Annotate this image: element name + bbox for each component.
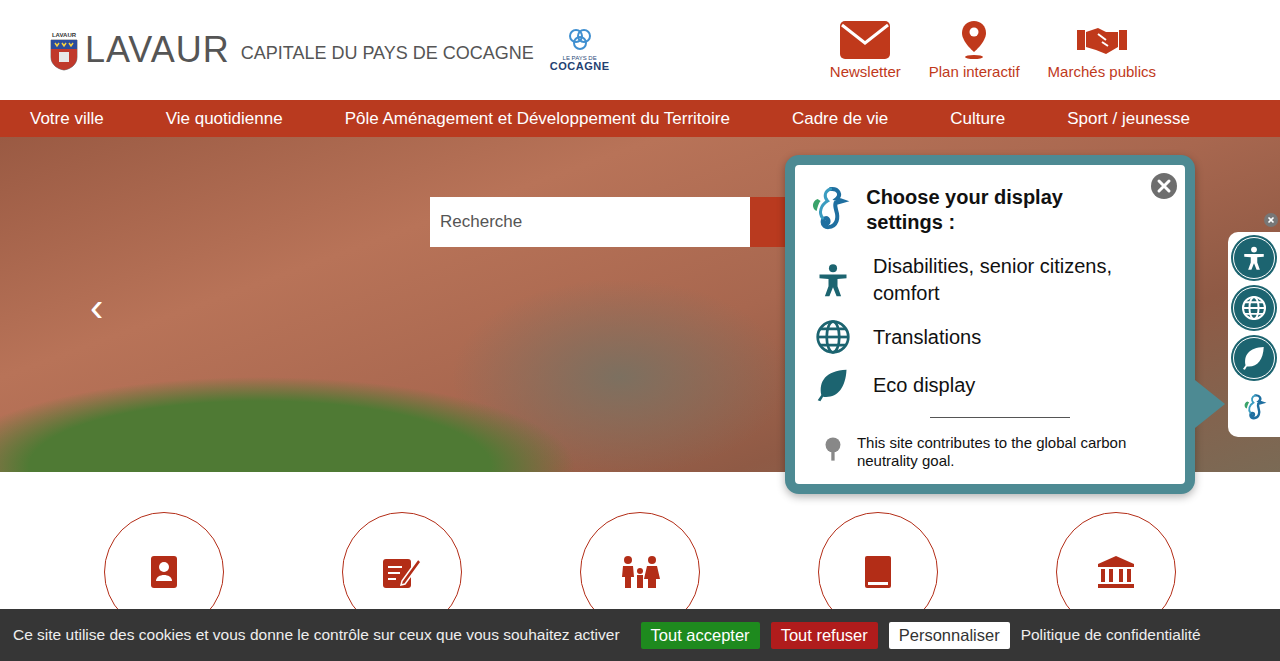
nav-item[interactable]: Culture <box>950 109 1005 129</box>
quick-links <box>0 472 1280 632</box>
toolbar-button[interactable] <box>1233 237 1275 279</box>
envelope-icon <box>839 20 891 60</box>
tree-icon <box>823 434 843 464</box>
display-option-label: Translations <box>873 324 981 351</box>
close-icon <box>1264 213 1278 227</box>
header-link[interactable]: Newsletter <box>830 20 901 80</box>
panel-title: Choose your display settings : <box>866 185 1165 235</box>
display-option[interactable]: Disabilities, senior citizens, comfort <box>805 247 1165 313</box>
display-settings-panel: Choose your display settings : Disabilit… <box>785 155 1195 494</box>
partner-line2: COCAGNE <box>550 61 610 72</box>
toolbar-close-button[interactable] <box>1264 213 1278 227</box>
panel-pointer <box>1195 380 1225 428</box>
header-links: Newsletter Plan interactif Marchés publi… <box>830 20 1280 80</box>
search-bar <box>430 197 800 247</box>
header-link[interactable]: Marchés publics <box>1048 20 1156 80</box>
map-pin-icon <box>961 20 987 60</box>
display-option[interactable]: Eco display <box>805 361 1165 409</box>
family-icon <box>619 555 661 589</box>
accessibility-toolbar <box>1228 232 1280 437</box>
privacy-link[interactable]: Politique de confidentialité <box>1021 626 1201 644</box>
cookie-button[interactable]: Tout refuser <box>771 622 878 649</box>
form-icon <box>382 555 422 589</box>
seahorse-icon <box>1239 393 1269 423</box>
address-book-icon <box>149 555 179 589</box>
search-input[interactable] <box>430 197 750 247</box>
town-hall-icon <box>1097 555 1135 589</box>
header-link-label: Marchés publics <box>1048 63 1156 80</box>
page: LAVAUR LAVAUR CAPITALE DU PAYS DE COCAGN… <box>0 0 1280 661</box>
hero-photo: ‹ Choose your display settings : Disabil… <box>0 137 1280 472</box>
header-link-label: Newsletter <box>830 63 901 80</box>
cookie-message: Ce site utilise des cookies et vous donn… <box>13 626 620 644</box>
header: LAVAUR LAVAUR CAPITALE DU PAYS DE COCAGN… <box>0 0 1280 100</box>
nav-item[interactable]: Pôle Aménagement et Développement du Ter… <box>345 109 730 129</box>
nav-item[interactable]: Cadre de vie <box>792 109 888 129</box>
site-title: LAVAUR <box>85 29 230 71</box>
cookie-button[interactable]: Tout accepter <box>641 622 760 649</box>
globe-icon <box>1241 295 1267 321</box>
shield: LAVAUR <box>50 32 78 71</box>
book-icon <box>863 555 893 589</box>
site-subtitle: CAPITALE DU PAYS DE COCAGNE <box>241 43 534 64</box>
accessibility-icon <box>815 262 851 298</box>
shield-label: LAVAUR <box>52 32 76 38</box>
toolbar-button[interactable] <box>1233 287 1275 329</box>
partner-logo[interactable]: LE PAYS DE COCAGNE <box>550 28 610 72</box>
toolbar-button[interactable] <box>1233 337 1275 379</box>
display-option-label: Disabilities, senior citizens, comfort <box>873 253 1165 307</box>
toolbar-button[interactable] <box>1233 387 1275 429</box>
seahorse-icon <box>805 185 852 235</box>
leaf-icon <box>815 367 851 403</box>
display-option-label: Eco display <box>873 372 975 399</box>
carbon-note: This site contributes to the global carb… <box>805 434 1165 470</box>
display-option[interactable]: Translations <box>805 313 1165 361</box>
main-nav: Votre ville Vie quotidienne Pôle Aménageme… <box>0 100 1280 137</box>
nav-item[interactable]: Vie quotidienne <box>166 109 283 129</box>
leaf-icon <box>1241 345 1267 371</box>
cocagne-knot-icon <box>567 28 593 52</box>
carbon-note-text: This site contributes to the global carb… <box>857 434 1165 470</box>
carousel-prev-button[interactable]: ‹ <box>86 287 107 327</box>
header-link[interactable]: Plan interactif <box>929 20 1020 80</box>
header-link-label: Plan interactif <box>929 63 1020 80</box>
close-icon <box>1151 173 1177 199</box>
coat-of-arms-icon <box>50 39 78 71</box>
handshake-icon <box>1076 20 1128 60</box>
globe-icon <box>815 319 851 355</box>
accessibility-icon <box>1241 245 1267 271</box>
divider <box>930 417 1070 418</box>
cookie-bar: Ce site utilise des cookies et vous donn… <box>0 609 1280 661</box>
cookie-button[interactable]: Personnaliser <box>889 622 1010 649</box>
nav-item[interactable]: Votre ville <box>30 109 104 129</box>
close-button[interactable] <box>1151 173 1177 202</box>
nav-item[interactable]: Sport / jeunesse <box>1067 109 1190 129</box>
site-logo[interactable]: LAVAUR LAVAUR CAPITALE DU PAYS DE COCAGN… <box>50 29 534 71</box>
